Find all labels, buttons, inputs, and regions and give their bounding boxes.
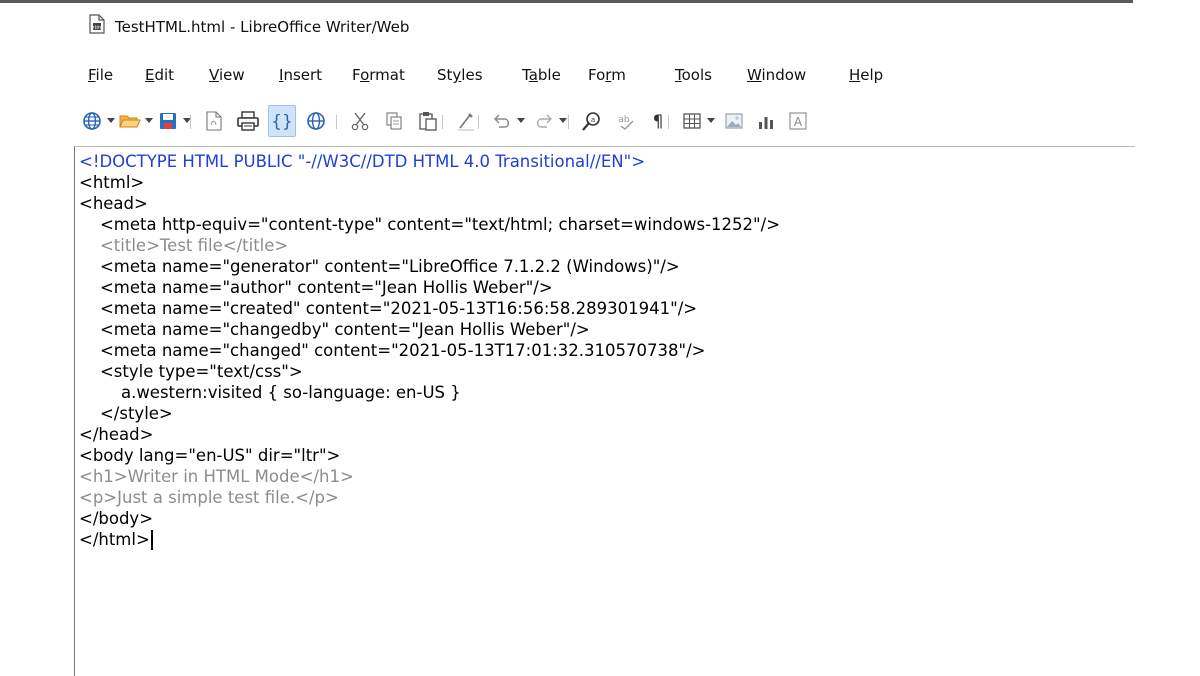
svg-text:a: a [591,116,595,124]
web-view-icon[interactable] [302,105,330,137]
code-line[interactable]: </body> [79,508,780,529]
redo-dropdown-arrow-icon[interactable] [558,105,568,137]
undo-dropdown-arrow-icon[interactable] [516,105,526,137]
menu-tools[interactable]: Tools [675,66,712,84]
menu-edit[interactable]: Edit [145,66,174,84]
toolbar-separator [668,115,669,129]
copy-icon[interactable] [380,105,408,137]
open-folder-icon[interactable] [116,105,144,137]
insert-table-dropdown-arrow-icon[interactable] [706,105,716,137]
title-bar: html TestHTML.html - LibreOffice Writer/… [0,0,1200,60]
text-cursor [150,529,153,550]
save-icon[interactable] [154,105,182,137]
toolbar-separator [478,115,479,129]
code-line-text: </head> [79,425,154,444]
menu-format[interactable]: Format [352,66,405,84]
html-source-icon[interactable]: {} [268,105,296,137]
code-line-text: <meta name="changedby" content="Jean Hol… [79,320,590,339]
source-code[interactable]: <!DOCTYPE HTML PUBLIC "-//W3C//DTD HTML … [79,151,780,550]
menu-insert[interactable]: Insert [279,66,322,84]
code-line[interactable]: <meta name="changedby" content="Jean Hol… [79,319,780,340]
paste-icon[interactable] [414,105,442,137]
code-line[interactable]: <title>Test file</title> [79,235,780,256]
code-line-text: <p>Just a simple test file.</p> [79,488,339,507]
undo-icon[interactable] [488,105,516,137]
svg-text:{}: {} [271,112,293,132]
menu-file[interactable]: File [88,66,113,84]
toolbar-separator [336,115,337,129]
insert-image-icon[interactable] [720,105,748,137]
menu-help[interactable]: Help [849,66,883,84]
code-line-text: <head> [79,194,148,213]
spelling-icon[interactable]: ab [612,105,640,137]
code-line[interactable]: <meta name="generator" content="LibreOff… [79,256,780,277]
cut-icon[interactable] [346,105,374,137]
code-line-text: <!DOCTYPE HTML PUBLIC "-//W3C//DTD HTML … [79,152,646,171]
open-folder-dropdown-arrow-icon[interactable] [144,105,154,137]
code-line-text: <html> [79,173,145,192]
toolbar-separator [568,115,569,129]
code-line[interactable]: <h1>Writer in HTML Mode</h1> [79,466,780,487]
code-line[interactable]: <head> [79,193,780,214]
code-line[interactable]: <style type="text/css"> [79,361,780,382]
code-line[interactable]: <meta name="changed" content="2021-05-13… [79,340,780,361]
new-document-dropdown-arrow-icon[interactable] [106,105,116,137]
menu-view[interactable]: View [209,66,245,84]
code-line[interactable]: </style> [79,403,780,424]
toolbar-separator [442,115,443,129]
insert-textbox-icon[interactable]: A [784,105,812,137]
toolbar-separator [190,115,191,129]
menu-window[interactable]: Window [747,66,806,84]
code-line-text: <title>Test file</title> [79,236,289,255]
clone-formatting-icon[interactable] [452,105,480,137]
html-source-editor[interactable]: <!DOCTYPE HTML PUBLIC "-//W3C//DTD HTML … [74,146,1135,676]
menu-form[interactable]: Form [588,66,626,84]
code-line-text: <meta name="author" content="Jean Hollis… [79,278,553,297]
code-line[interactable]: <!DOCTYPE HTML PUBLIC "-//W3C//DTD HTML … [79,151,780,172]
menu-table[interactable]: Table [522,66,561,84]
svg-text:ab: ab [618,115,630,125]
code-line[interactable]: <body lang="en-US" dir="ltr"> [79,445,780,466]
svg-text:html: html [91,25,102,31]
code-line[interactable]: a.western:visited { so-language: en-US } [79,382,780,403]
code-line-text: <meta name="changed" content="2021-05-13… [79,341,706,360]
code-line[interactable]: <meta http-equiv="content-type" content=… [79,214,780,235]
code-line[interactable]: <html> [79,172,780,193]
export-pdf-icon[interactable] [200,105,228,137]
code-line[interactable]: </head> [79,424,780,445]
code-line-text: <style type="text/css"> [79,362,303,381]
print-icon[interactable] [234,105,262,137]
code-line-text: </body> [79,509,154,528]
code-line[interactable]: <meta name="created" content="2021-05-13… [79,298,780,319]
code-line-text: </style> [79,404,173,423]
insert-table-icon[interactable] [678,105,706,137]
window-title: TestHTML.html - LibreOffice Writer/Web [115,18,410,36]
menu-bar: File Edit View Insert Format Styles Table Form T… [78,60,1128,90]
code-line-text: <h1>Writer in HTML Mode</h1> [79,467,354,486]
find-replace-icon[interactable]: a [578,105,606,137]
code-line-text: <meta name="generator" content="LibreOff… [79,257,680,276]
code-line-text: </html> [79,530,150,549]
window-top-border [0,0,1133,3]
standard-toolbar: {} a ab ¶ A [78,105,1133,139]
code-line[interactable]: </html> [79,529,780,550]
menu-styles[interactable]: Styles [437,66,483,84]
new-document-icon[interactable] [78,105,106,137]
code-line-text: <meta name="created" content="2021-05-13… [79,299,698,318]
svg-text:A: A [794,115,803,129]
code-line[interactable]: <p>Just a simple test file.</p> [79,487,780,508]
code-line-text: a.western:visited { so-language: en-US } [79,383,461,402]
code-line-text: <body lang="en-US" dir="ltr"> [79,446,341,465]
insert-chart-icon[interactable] [752,105,780,137]
redo-icon[interactable] [530,105,558,137]
code-line[interactable]: <meta name="author" content="Jean Hollis… [79,277,780,298]
writer-web-document-icon: html [89,14,105,34]
svg-text:¶: ¶ [653,112,664,131]
code-line-text: <meta http-equiv="content-type" content=… [79,215,781,234]
